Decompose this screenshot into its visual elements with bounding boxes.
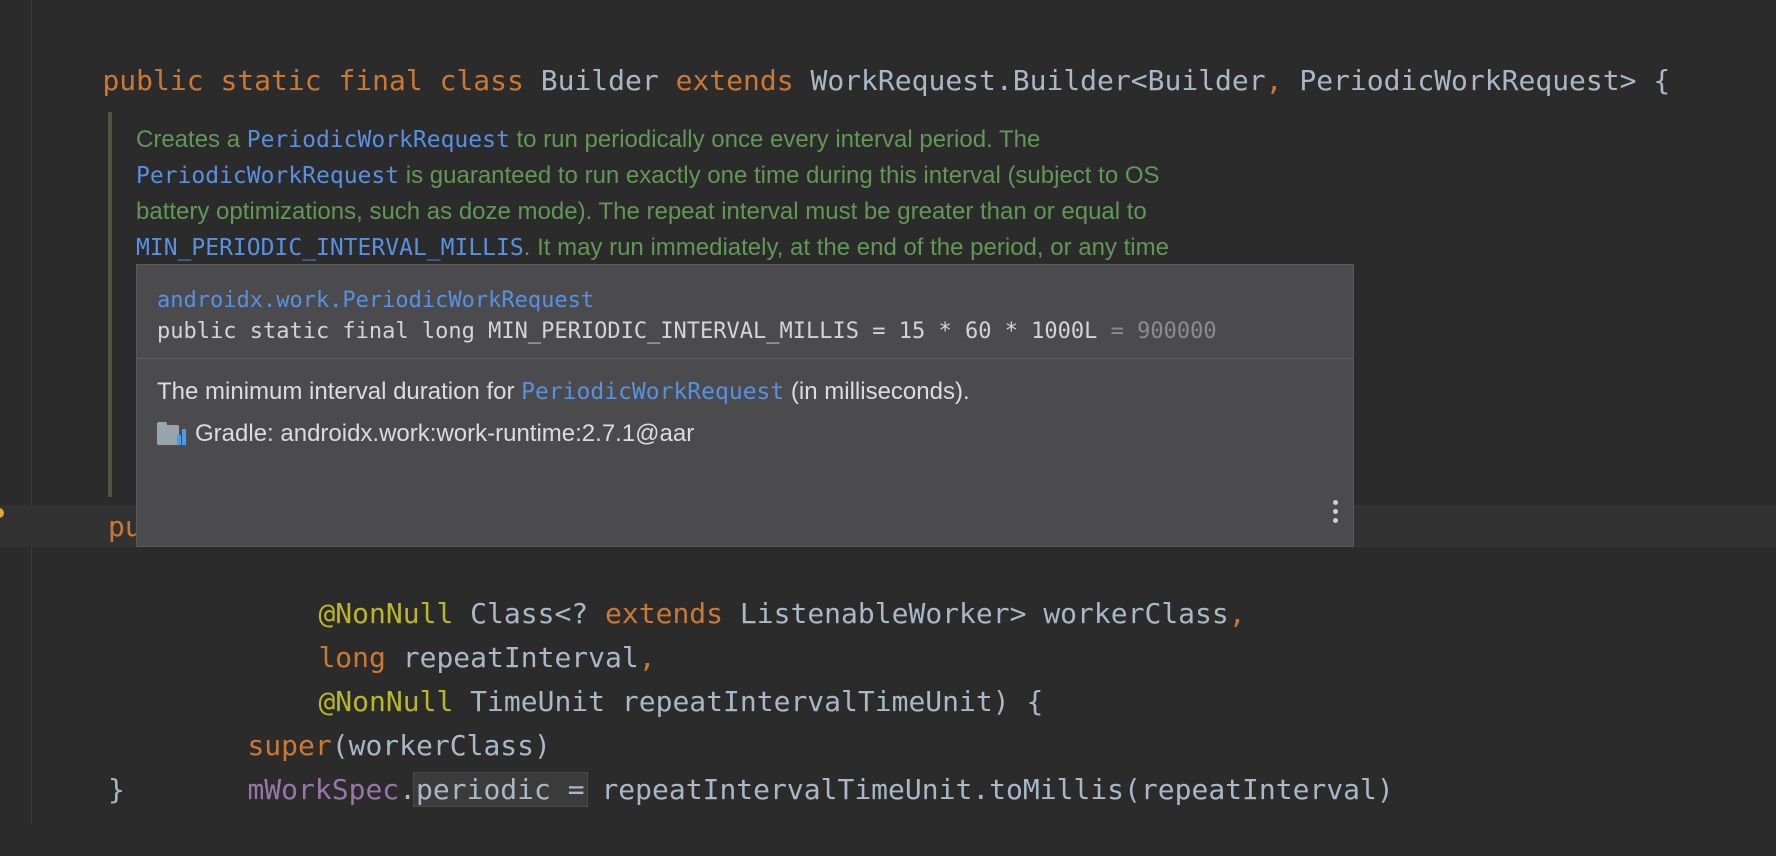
gradle-coordinates: Gradle: androidx.work:work-runtime:2.7.1… xyxy=(195,420,695,447)
doc-line: PeriodicWorkRequest is guaranteed to run… xyxy=(136,158,1316,194)
quick-documentation-popup[interactable]: androidx.work.PeriodicWorkRequest public… xyxy=(136,264,1354,547)
code-line-class-declaration[interactable]: public static final class Builder extend… xyxy=(35,15,1670,97)
code-line-super-call[interactable]: super(workerClass) xyxy=(180,680,550,762)
doc-line: MIN_PERIODIC_INTERVAL_MILLIS. It may run… xyxy=(136,230,1316,266)
code-line-param-repeat-interval[interactable]: long repeatInterval, xyxy=(251,592,655,674)
constant-value: = 900000 xyxy=(1097,319,1217,344)
field-reference: mWorkSpec xyxy=(247,773,400,806)
periodic-usage-highlight: periodic = xyxy=(413,772,588,807)
desc-link[interactable]: PeriodicWorkRequest xyxy=(521,379,784,405)
doc-text-span: is guaranteed to run exactly one time du… xyxy=(399,162,1160,189)
doc-popup-library: Gradle: androidx.work:work-runtime:2.7.1… xyxy=(157,417,694,451)
doc-popup-divider xyxy=(137,358,1353,359)
keyword: public static final class xyxy=(102,64,524,97)
doc-line: battery optimizations, such as doze mode… xyxy=(136,198,1147,225)
punctuation: , xyxy=(1228,597,1246,630)
doc-text-span: Creates a xyxy=(136,126,247,153)
code-line-param-time-unit[interactable]: @NonNull TimeUnit repeatIntervalTimeUnit… xyxy=(251,636,1043,718)
expression: repeatIntervalTimeUnit.toMillis(repeatIn… xyxy=(584,773,1394,806)
code-line-assign-periodic[interactable]: mWorkSpec.periodic = repeatIntervalTimeU… xyxy=(180,724,1394,807)
doc-popup-signature: public static final long MIN_PERIODIC_IN… xyxy=(157,316,1217,347)
javadoc-text: Creates a PeriodicWorkRequest to run per… xyxy=(136,122,1316,266)
code-line-param-worker-class[interactable]: @NonNull Class<? extends ListenableWorke… xyxy=(251,548,1245,630)
desc-text: The minimum interval duration for xyxy=(157,378,522,405)
doc-link[interactable]: MIN_PERIODIC_INTERVAL_MILLIS xyxy=(136,235,524,261)
desc-text: (in milliseconds). xyxy=(784,378,970,405)
punctuation: , xyxy=(1265,64,1283,97)
doc-text-span: . It may run immediately, at the end of … xyxy=(523,234,1169,261)
doc-link[interactable]: PeriodicWorkRequest xyxy=(247,127,510,153)
doc-popup-header: androidx.work.PeriodicWorkRequest public… xyxy=(157,285,1217,347)
code-line-close-brace[interactable]: } xyxy=(108,768,125,812)
keyword: extends xyxy=(675,64,794,97)
gradle-library-icon xyxy=(157,421,189,447)
parent-type-rest: PeriodicWorkRequest> { xyxy=(1282,64,1671,97)
doc-link[interactable]: PeriodicWorkRequest xyxy=(136,163,399,189)
code-editor[interactable]: public static final class Builder extend… xyxy=(0,0,1776,824)
more-vertical-icon[interactable] xyxy=(1331,500,1339,528)
doc-popup-class-link[interactable]: androidx.work.PeriodicWorkRequest xyxy=(157,285,1217,316)
signature-text: public static final long MIN_PERIODIC_IN… xyxy=(157,319,1098,344)
param: ListenableWorker> workerClass xyxy=(723,597,1229,630)
parent-type: WorkRequest.Builder<Builder xyxy=(793,64,1266,97)
doc-text-span: to run periodically once every interval … xyxy=(509,126,1041,153)
doc-line: Creates a PeriodicWorkRequest to run per… xyxy=(136,122,1316,158)
class-name: Builder xyxy=(523,64,676,97)
doc-popup-description: The minimum interval duration for Period… xyxy=(157,375,970,409)
gutter-divider xyxy=(31,0,32,824)
